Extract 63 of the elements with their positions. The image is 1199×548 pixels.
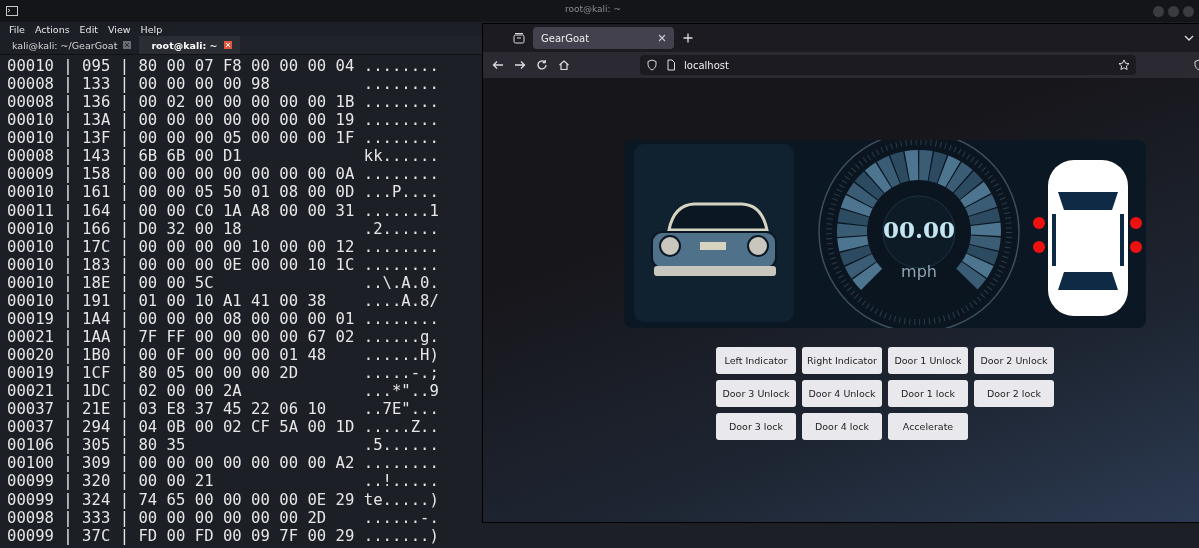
terminal-line: 00010 | 13F | 00 00 00 05 00 00 00 1F ........	[7, 129, 439, 148]
control-button[interactable]: Door 3 Unlock	[716, 380, 796, 407]
terminal-line: 00010 | 191 | 01 00 10 A1 41 00 38 ....A.8/	[7, 291, 439, 310]
terminal-line: 00009 | 158 | 00 00 00 00 00 00 00 0A ........	[7, 165, 439, 184]
terminal-line: 00098 | 333 | 00 00 00 00 00 00 2D ......-.	[7, 508, 439, 527]
terminal-line: 00106 | 305 | 80 35 .5......	[7, 436, 439, 455]
terminal-line: 00100 | 309 | 00 00 00 00 00 00 00 A2 ........	[7, 454, 439, 473]
control-button[interactable]: Accelerate	[888, 413, 968, 440]
control-button[interactable]: Door 4 Unlock	[802, 380, 882, 407]
terminal-line: 00019 | 1A4 | 00 00 00 08 00 00 00 01 ........	[7, 309, 439, 328]
terminal-line: 00010 | 095 | 80 00 07 F8 00 00 00 04 ........	[7, 57, 439, 76]
menu-item[interactable]: Actions	[34, 23, 70, 35]
close-icon[interactable]	[223, 41, 232, 49]
address-field[interactable]: localhost	[640, 55, 1136, 75]
page-icon	[665, 59, 677, 71]
tab-list-icon[interactable]	[513, 32, 525, 44]
reload-icon[interactable]	[536, 59, 548, 71]
terminal-line: 00008 | 143 | 6B 6B 00 D1 kk......	[7, 147, 439, 166]
browser-tab[interactable]: GearGoat	[533, 27, 674, 49]
menu-item[interactable]: File	[9, 23, 25, 35]
back-icon[interactable]	[492, 59, 504, 71]
menu-item[interactable]: View	[108, 23, 131, 35]
control-button[interactable]: Left Indicator	[716, 347, 796, 374]
control-button[interactable]: Door 1 lock	[888, 380, 968, 407]
home-icon[interactable]	[558, 59, 570, 71]
terminal-tab[interactable]: kali@kali: ~/GearGoat	[0, 36, 140, 54]
terminal-line: 00021 | 1DC | 02 00 00 2A ...*"..9	[7, 382, 439, 401]
speed-reading: 00.00	[882, 216, 956, 243]
terminal-line: 00099 | 324 | 74 65 00 00 00 00 0E 29 te.....)	[7, 490, 439, 509]
terminal-line: 00010 | 183 | 00 00 00 0E 00 00 10 1C ........	[7, 255, 439, 274]
control-button[interactable]: Door 2 lock	[974, 380, 1054, 407]
terminal-line: 00037 | 21E | 03 E8 37 45 22 06 10 ..7E"...	[7, 400, 439, 419]
new-tab-icon[interactable]	[682, 32, 694, 44]
terminal-line: 00021 | 1AA | 7F FF 00 00 00 00 67 02 ......g.	[7, 327, 439, 346]
control-button[interactable]: Door 1 Unlock	[888, 347, 968, 374]
terminal-line: 00008 | 136 | 00 02 00 00 00 00 00 1B ........	[7, 93, 439, 112]
terminal-line: 00010 | 13A | 00 00 00 00 00 00 00 19 ........	[7, 111, 439, 130]
star-icon[interactable]	[1118, 59, 1130, 71]
close-icon[interactable]	[656, 32, 668, 44]
terminal-line: 00010 | 18E | 00 00 5C ..\.A.0.	[7, 273, 439, 292]
control-button[interactable]: Door 4 lock	[802, 413, 882, 440]
terminal-line: 00020 | 1B0 | 00 0F 00 00 00 01 48 ......H)	[7, 346, 439, 365]
terminal-line: 00010 | 166 | D0 32 00 18 .2......	[7, 219, 439, 238]
control-button[interactable]: Right Indicator	[802, 347, 882, 374]
terminal-line: 00010 | 161 | 00 00 05 50 01 08 00 0D ...P....	[7, 183, 439, 202]
terminal-line: 00099 | 320 | 00 00 21 ..!.....	[7, 472, 439, 491]
terminal-line: 00019 | 1CF | 80 05 00 00 00 2D .....-.;	[7, 364, 439, 383]
terminal-icon	[6, 6, 18, 16]
terminal-line: 00037 | 294 | 04 0B 00 02 CF 5A 00 1D .....Z..	[7, 418, 439, 437]
terminal-line: 00011 | 164 | 00 00 C0 1A A8 00 00 31 .......1	[7, 201, 439, 220]
terminal-line: 00099 | 37C | FD 00 FD 00 09 7F 00 29 .......)	[7, 526, 439, 545]
menu-item[interactable]: Edit	[79, 23, 98, 35]
terminal-tab[interactable]: root@kali: ~	[139, 36, 240, 54]
shield-icon[interactable]	[1193, 59, 1199, 71]
speed-unit: mph	[900, 262, 938, 281]
terminal-line: 00010 | 17C | 00 00 00 00 10 00 00 12 ........	[7, 237, 439, 256]
window-title: root@kali: ~	[565, 4, 622, 14]
menu-item[interactable]: Help	[140, 23, 163, 35]
shield-icon[interactable]	[646, 59, 658, 71]
terminal-line: 00008 | 133 | 00 00 00 00 98 ........	[7, 75, 439, 94]
control-button[interactable]: Door 3 lock	[716, 413, 796, 440]
control-button[interactable]: Door 2 Unlock	[974, 347, 1054, 374]
forward-icon[interactable]	[514, 59, 526, 71]
